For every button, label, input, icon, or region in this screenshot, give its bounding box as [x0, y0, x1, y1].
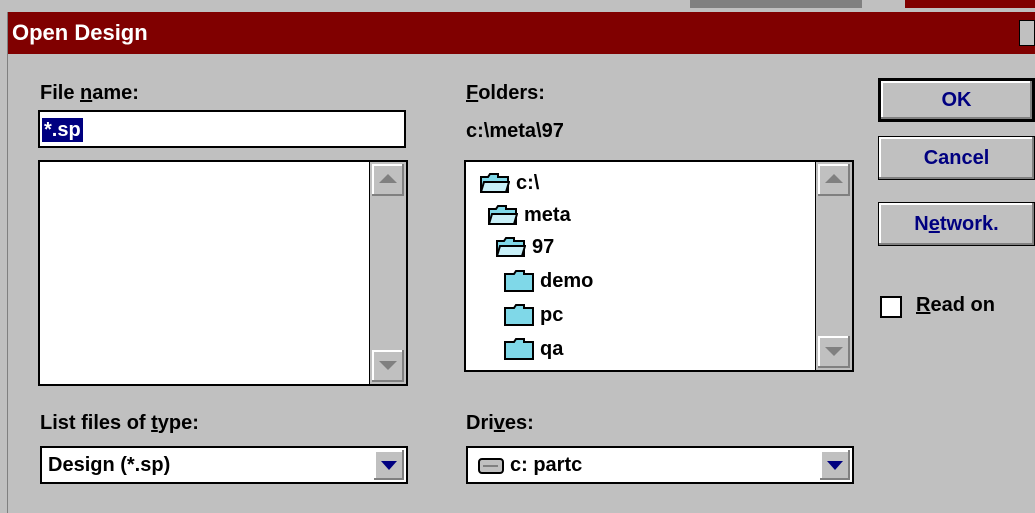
file-list[interactable]	[38, 160, 408, 386]
folder-icon	[504, 270, 534, 292]
open-folder-icon	[488, 205, 518, 225]
scroll-down-button[interactable]	[372, 350, 404, 382]
chevron-down-icon	[381, 461, 397, 470]
background-window-strip	[0, 0, 1035, 12]
folder-label: pc	[540, 303, 564, 326]
file-name-input[interactable]: *.sp	[38, 110, 406, 148]
drives-select[interactable]: c: partc	[466, 446, 854, 484]
file-name-label: File name:	[40, 82, 139, 104]
scroll-up-button[interactable]	[372, 164, 404, 196]
folder-item-pc[interactable]: pc	[504, 300, 563, 330]
cancel-button[interactable]: Cancel	[878, 136, 1035, 180]
folder-list[interactable]: c:\ meta 97 demo pc qa	[464, 160, 854, 372]
open-folder-icon	[480, 173, 510, 193]
folder-label: c:\	[516, 171, 540, 194]
title-bar-button[interactable]	[1019, 20, 1035, 46]
folder-item-root[interactable]: c:\	[480, 168, 539, 198]
folder-label: meta	[524, 203, 571, 226]
folder-icon	[504, 304, 534, 326]
file-type-value: Design (*.sp)	[48, 454, 171, 476]
up-arrow-icon	[825, 174, 843, 183]
scroll-up-button[interactable]	[818, 164, 850, 196]
file-type-dropdown-button[interactable]	[374, 450, 404, 480]
folder-label: 97	[532, 235, 555, 258]
chevron-down-icon	[827, 461, 843, 470]
folder-list-scrollbar[interactable]	[815, 162, 852, 370]
drive-value: c: partc	[510, 454, 583, 476]
folder-item-97[interactable]: 97	[496, 232, 554, 262]
file-list-scrollbar[interactable]	[369, 162, 406, 384]
background-window-edge	[690, 0, 862, 8]
up-arrow-icon	[379, 174, 397, 183]
drives-label: Drives:	[466, 412, 534, 434]
folder-item-qa[interactable]: qa	[504, 334, 563, 364]
drive-icon	[478, 458, 504, 474]
folder-item-demo[interactable]: demo	[504, 266, 593, 296]
current-path: c:\meta\97	[466, 120, 564, 142]
down-arrow-icon	[825, 347, 843, 356]
window-left-border	[0, 12, 8, 513]
ok-button[interactable]: OK	[878, 78, 1035, 122]
file-type-label: List files of type:	[40, 412, 199, 434]
folder-label: qa	[540, 337, 564, 360]
background-window-edge	[905, 0, 1035, 8]
window-title: Open Design	[12, 20, 148, 45]
read-only-checkbox[interactable]	[880, 296, 902, 318]
title-bar[interactable]: Open Design	[8, 12, 1035, 54]
folder-icon	[504, 338, 534, 360]
folders-label: Folders:	[466, 82, 545, 104]
read-only-label[interactable]: Read on	[916, 294, 995, 317]
folder-item-meta[interactable]: meta	[488, 200, 571, 230]
folder-label: demo	[540, 269, 594, 292]
file-name-value[interactable]: *.sp	[42, 118, 83, 142]
drives-dropdown-button[interactable]	[820, 450, 850, 480]
scroll-down-button[interactable]	[818, 336, 850, 368]
file-type-select[interactable]: Design (*.sp)	[40, 446, 408, 484]
open-folder-icon	[496, 237, 526, 257]
down-arrow-icon	[379, 361, 397, 370]
network-button[interactable]: Network.	[878, 202, 1035, 246]
